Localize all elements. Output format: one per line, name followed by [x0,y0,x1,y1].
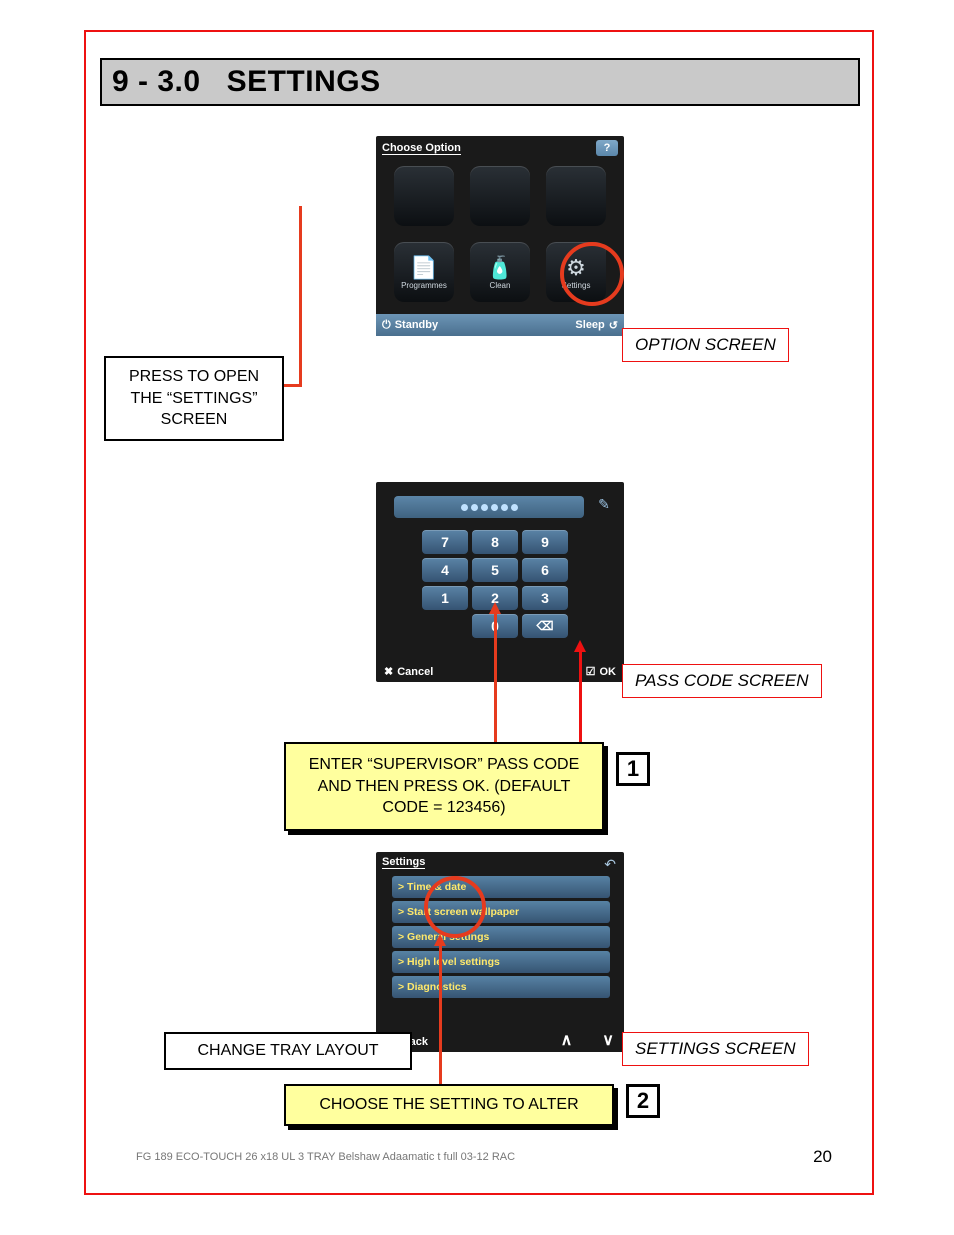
clean-icon: 🧴 [486,255,513,281]
press-open-callout: PRESS TO OPEN THE “SETTINGS” SCREEN [104,356,284,441]
passcode-footer: Cancel OK [376,660,624,682]
gear-icon: ⚙ [566,255,586,281]
change-tray-callout: CHANGE TRAY LAYOUT [164,1032,412,1070]
option-screen-header: Choose Option [382,142,461,155]
key-9[interactable]: 9 [522,530,568,554]
scroll-arrows: ∧ ∨ [561,1030,614,1050]
settings-screen-label: SETTINGS SCREEN [622,1032,809,1066]
clean-label: Clean [490,281,511,290]
option-empty-3[interactable] [546,166,606,226]
item-diagnostics[interactable]: > Diagnostics [392,976,610,998]
passcode-display [394,496,584,518]
settings-label: Settings [562,281,591,290]
option-screen: Choose Option ? 📄 Programmes 🧴 Clean ⚙ [376,136,624,336]
option-row-main: 📄 Programmes 🧴 Clean ⚙ Settings [394,242,606,302]
footer-doc-id: FG 189 ECO-TOUCH 26 x18 UL 3 TRAY Belsha… [136,1151,515,1163]
option-empty-2[interactable] [470,166,530,226]
key-1[interactable]: 1 [422,586,468,610]
option-row-empty [394,166,606,226]
step-number-2: 2 [626,1084,660,1118]
cancel-button[interactable]: Cancel [384,665,433,678]
key-8[interactable]: 8 [472,530,518,554]
connector-line-red [579,650,582,742]
section-number: 9 - 3.0 [112,65,201,99]
section-title-bar: 9 - 3.0 SETTINGS [100,58,860,106]
key-5[interactable]: 5 [472,558,518,582]
page-number: 20 [813,1147,832,1167]
code-dot [501,504,508,511]
connector-line [299,206,302,386]
settings-footer: Back ∧ ∨ [376,1028,624,1052]
programmes-label: Programmes [401,281,447,290]
programmes-button[interactable]: 📄 Programmes [394,242,454,302]
down-arrow-icon[interactable]: ∨ [602,1030,614,1050]
connector-line-orange [439,944,442,1084]
standby-button[interactable]: ⏻ Standby [382,319,438,332]
help-icon[interactable]: ? [596,140,618,156]
item-high-level-settings[interactable]: > High level settings [392,951,610,973]
code-dot [481,504,488,511]
key-3[interactable]: 3 [522,586,568,610]
highlight-ring-list [424,876,486,938]
key-4[interactable]: 4 [422,558,468,582]
enter-supervisor-callout: ENTER “SUPERVISOR” PASS CODE AND THEN PR… [284,742,604,831]
code-dot [511,504,518,511]
ok-button[interactable]: OK [586,665,616,678]
pencil-icon[interactable]: ✎ [594,494,614,514]
section-heading: SETTINGS [227,65,381,99]
key-7[interactable]: 7 [422,530,468,554]
code-dot [491,504,498,511]
settings-button[interactable]: ⚙ Settings [546,242,606,302]
settings-header: Settings [382,856,425,869]
option-screen-label: OPTION SCREEN [622,328,789,362]
code-dot [461,504,468,511]
passcode-screen: ✎ 7 8 9 4 5 6 1 2 3 0 ⌫ Cancel OK [376,482,624,682]
return-icon[interactable]: ↶ [604,856,616,873]
programmes-icon: 📄 [410,255,437,281]
code-dot [471,504,478,511]
key-6[interactable]: 6 [522,558,568,582]
connector-line-orange [494,612,497,742]
step-number-1: 1 [616,752,650,786]
option-footer: ⏻ Standby Sleep ↺ [376,314,624,336]
choose-setting-callout: CHOOSE THE SETTING TO ALTER [284,1084,614,1126]
item-time-date[interactable]: > Time & date [392,876,610,898]
page: 9 - 3.0 SETTINGS Choose Option ? 📄 Progr… [0,0,954,1235]
option-empty-1[interactable] [394,166,454,226]
arrow-head-icon [574,640,586,652]
arrow-head-icon [489,602,501,614]
settings-list-screen: Settings ↶ > Time & date > Start screen … [376,852,624,1052]
up-arrow-icon[interactable]: ∧ [561,1030,573,1050]
item-general-settings[interactable]: > General settings [392,926,610,948]
passcode-screen-label: PASS CODE SCREEN [622,664,822,698]
clean-button[interactable]: 🧴 Clean [470,242,530,302]
arrow-head-icon [434,934,446,946]
sleep-button[interactable]: Sleep ↺ [575,319,618,332]
page-frame: 9 - 3.0 SETTINGS Choose Option ? 📄 Progr… [84,30,874,1195]
key-backspace[interactable]: ⌫ [522,614,568,638]
settings-list: > Time & date > Start screen wallpaper >… [392,876,610,998]
